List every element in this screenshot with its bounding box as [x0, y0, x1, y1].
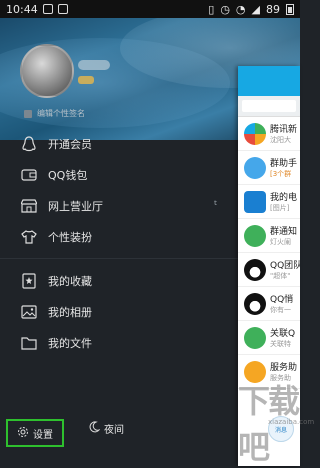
conversation-header [238, 66, 300, 96]
chat-preview: "超体" [270, 272, 291, 280]
signature-row[interactable]: 编辑个性签名 [24, 108, 85, 119]
list-item[interactable]: 关联Q 关联特 [238, 321, 300, 355]
menu-item-label: QQ钱包 [48, 168, 88, 182]
list-item[interactable]: 群助手 [3个群 [238, 151, 300, 185]
menu-item-theme[interactable]: 个性装扮 [0, 221, 238, 252]
list-item[interactable]: 腾讯新 沈阳大 [238, 117, 300, 151]
chat-preview: [3个群 [270, 170, 292, 178]
menu-item-vip[interactable]: 开通会员 [0, 128, 238, 159]
menu-item-online-store[interactable]: 网上营业厅 ᵗ [0, 190, 238, 221]
chat-preview: 你有一 [270, 306, 291, 314]
status-bar: 10:44 ▯ ◷ ◔ ◢ 89 [0, 0, 300, 18]
chat-title: 群通知 [270, 227, 298, 237]
alarm-icon: ◷ [220, 2, 230, 16]
edit-signature-icon [24, 109, 32, 118]
photo-icon [20, 303, 38, 321]
star-bookmark-icon [20, 272, 38, 290]
chat-preview: 关联特 [270, 340, 291, 348]
list-item[interactable]: 群通知 灯火阑 [238, 219, 300, 253]
settings-label: 设置 [33, 429, 53, 441]
menu-item-label: 我的相册 [48, 305, 92, 319]
avatar [244, 224, 266, 247]
avatar [244, 190, 266, 213]
chat-preview: 灯火阑 [270, 238, 291, 246]
battery-level-text: 89 [266, 2, 280, 16]
chat-title: 我的电 [270, 193, 298, 203]
menu-item-favorites[interactable]: 我的收藏 [0, 265, 238, 296]
list-item[interactable]: QQ悄 你有一 [238, 287, 300, 321]
menu-item-label: 我的文件 [48, 336, 92, 350]
folder-icon [20, 334, 38, 352]
menu-item-label: 网上营业厅 [48, 199, 103, 213]
menu-item-label: 我的收藏 [48, 274, 92, 288]
search-bar[interactable] [238, 96, 300, 117]
menu-item-label: 个性装扮 [48, 230, 92, 244]
chat-title: 服务助 [270, 363, 298, 373]
signal-icon: ◢ [251, 2, 260, 16]
penguin-icon [20, 135, 38, 153]
avatar [244, 258, 266, 281]
chat-title: QQ团队 [270, 261, 300, 271]
clock-text: 10:44 [6, 2, 38, 16]
avatar[interactable] [20, 44, 74, 98]
drawer-bottom-bar: 设置 夜间 [0, 410, 238, 466]
chat-preview: [图片] [270, 204, 290, 212]
night-label: 夜间 [104, 425, 124, 436]
gear-icon [17, 426, 29, 441]
night-mode-button[interactable]: 夜间 [88, 421, 124, 436]
telecom-logo-icon: ᵗ [214, 198, 218, 212]
menu-item-files[interactable]: 我的文件 [0, 327, 238, 358]
avatar [244, 326, 266, 349]
signature-label: 编辑个性签名 [37, 109, 85, 118]
menu-item-label: 开通会员 [48, 137, 92, 151]
vip-badge [78, 76, 94, 84]
list-item[interactable]: QQ团队 "超体" [238, 253, 300, 287]
drawer-menu: 开通会员 QQ钱包 网上营业厅 ᵗ 个性装扮 我的收藏 我的相册 我的文件 [0, 128, 238, 358]
watermark-url: xiazaiba.com [268, 418, 315, 426]
avatar [244, 156, 266, 179]
wifi-icon: ◔ [235, 2, 246, 16]
watermark: 下载吧 [238, 382, 300, 466]
chat-title: QQ悄 [270, 295, 294, 305]
settings-button[interactable]: 设置 [6, 419, 64, 447]
chat-title: 关联Q [270, 329, 296, 339]
chat-title: 腾讯新 [270, 125, 298, 135]
image-notification-icon [57, 4, 68, 14]
vibrate-icon: ▯ [208, 2, 215, 16]
avatar [244, 292, 266, 315]
moon-icon [88, 421, 101, 436]
battery-icon [286, 3, 294, 15]
wallet-icon [20, 166, 38, 184]
notification-icon [42, 4, 53, 14]
tshirt-icon [20, 228, 38, 246]
store-icon [20, 197, 38, 215]
menu-item-album[interactable]: 我的相册 [0, 296, 238, 327]
chat-preview: 沈阳大 [270, 136, 291, 144]
list-item[interactable]: 我的电 [图片] [238, 185, 300, 219]
nickname-blurred[interactable] [78, 60, 110, 70]
menu-item-wallet[interactable]: QQ钱包 [0, 159, 238, 190]
chat-title: 群助手 [270, 159, 298, 169]
avatar [244, 122, 266, 145]
menu-divider [0, 258, 238, 259]
